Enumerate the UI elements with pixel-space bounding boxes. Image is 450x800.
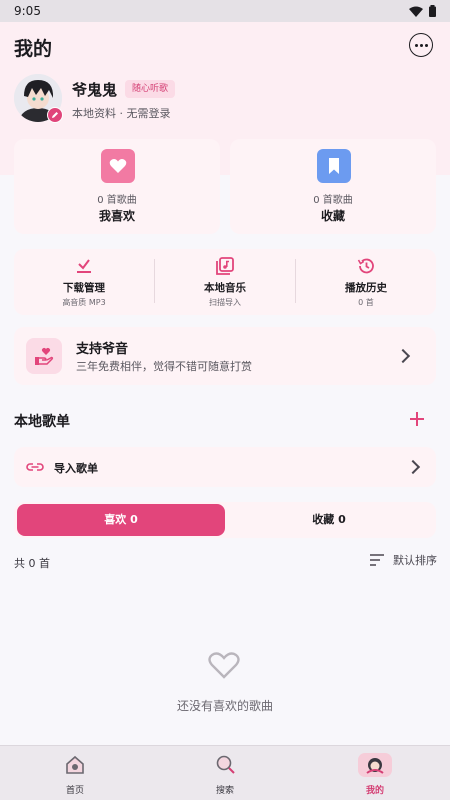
nav-search[interactable]: 搜索 xyxy=(150,746,300,800)
add-playlist-button[interactable] xyxy=(406,408,428,430)
music-library-icon xyxy=(216,257,234,275)
liked-count: 0 首歌曲 xyxy=(97,195,137,206)
tab-liked[interactable]: 喜欢 0 xyxy=(17,504,225,536)
nav-label: 我的 xyxy=(365,786,384,796)
user-subtitle: 本地资料 · 无需登录 xyxy=(72,107,171,120)
more-options-button[interactable] xyxy=(409,33,433,57)
section-title: 本地歌单 xyxy=(14,414,70,430)
liked-songs-card[interactable]: 0 首歌曲 我喜欢 xyxy=(14,139,220,234)
tool-title: 播放历史 xyxy=(345,282,387,294)
profile-icon xyxy=(366,758,384,774)
heart-icon xyxy=(101,149,135,183)
tab-favorites[interactable]: 收藏 0 xyxy=(225,504,433,536)
favorites-label: 收藏 xyxy=(320,209,345,223)
tools-card: 下载管理 高音质 MP3 本地音乐 扫描导入 播放历史 0 首 xyxy=(14,249,436,315)
dot-icon xyxy=(424,43,428,47)
dot-icon xyxy=(419,43,423,47)
donate-icon xyxy=(26,338,62,374)
user-name: 爷鬼鬼 xyxy=(72,81,118,99)
edit-avatar-icon[interactable] xyxy=(47,107,63,123)
search-icon xyxy=(216,755,235,774)
status-time: 9:05 xyxy=(14,4,41,18)
tab-bar: 喜欢 0 收藏 0 xyxy=(14,502,436,538)
play-history-button[interactable]: 播放历史 0 首 xyxy=(296,249,436,315)
sort-icon xyxy=(370,554,384,566)
home-icon xyxy=(66,755,84,774)
tool-subtitle: 0 首 xyxy=(358,298,374,307)
nav-label: 首页 xyxy=(65,786,84,796)
sort-label: 默认排序 xyxy=(393,554,437,567)
support-subtitle: 三年免费相伴，觉得不错可随意打赏 xyxy=(76,360,252,373)
tool-subtitle: 扫描导入 xyxy=(209,298,241,307)
status-icons xyxy=(409,5,436,17)
chevron-right-icon xyxy=(405,459,421,475)
tool-title: 下载管理 xyxy=(63,282,105,294)
history-icon xyxy=(357,258,374,274)
download-manager-button[interactable]: 下载管理 高音质 MP3 xyxy=(14,249,154,315)
support-card[interactable]: 支持爷音 三年免费相伴，觉得不错可随意打赏 xyxy=(14,327,436,385)
dot-icon xyxy=(414,43,418,47)
user-badge: 随心听歌 xyxy=(125,80,176,98)
import-playlist-button[interactable]: 导入歌单 xyxy=(14,447,436,487)
empty-state-text: 还没有喜欢的歌曲 xyxy=(176,699,273,713)
download-icon xyxy=(77,259,91,273)
battery-icon xyxy=(429,5,436,17)
page-title: 我的 xyxy=(14,38,53,60)
favorites-card[interactable]: 0 首歌曲 收藏 xyxy=(230,139,436,234)
support-title: 支持爷音 xyxy=(76,342,129,357)
link-icon xyxy=(26,463,44,471)
status-bar: 9:05 xyxy=(0,0,450,22)
tool-title: 本地音乐 xyxy=(204,282,246,294)
local-music-button[interactable]: 本地音乐 扫描导入 xyxy=(155,249,295,315)
wifi-icon xyxy=(409,6,423,17)
favorites-count: 0 首歌曲 xyxy=(313,195,353,206)
heart-outline-icon xyxy=(208,652,240,679)
nav-home[interactable]: 首页 xyxy=(0,746,150,800)
liked-label: 我喜欢 xyxy=(98,209,135,223)
chevron-right-icon xyxy=(395,348,411,364)
import-label: 导入歌单 xyxy=(54,462,98,475)
tool-subtitle: 高音质 MP3 xyxy=(62,298,106,307)
profile-icon-bg xyxy=(358,753,392,777)
total-count: 共 0 首 xyxy=(14,557,50,570)
nav-profile[interactable]: 我的 xyxy=(300,746,450,800)
bookmark-icon xyxy=(317,149,351,183)
bottom-navigation: 首页 搜索 我的 xyxy=(0,745,450,800)
sort-button[interactable]: 默认排序 xyxy=(369,552,437,568)
nav-label: 搜索 xyxy=(215,786,234,796)
